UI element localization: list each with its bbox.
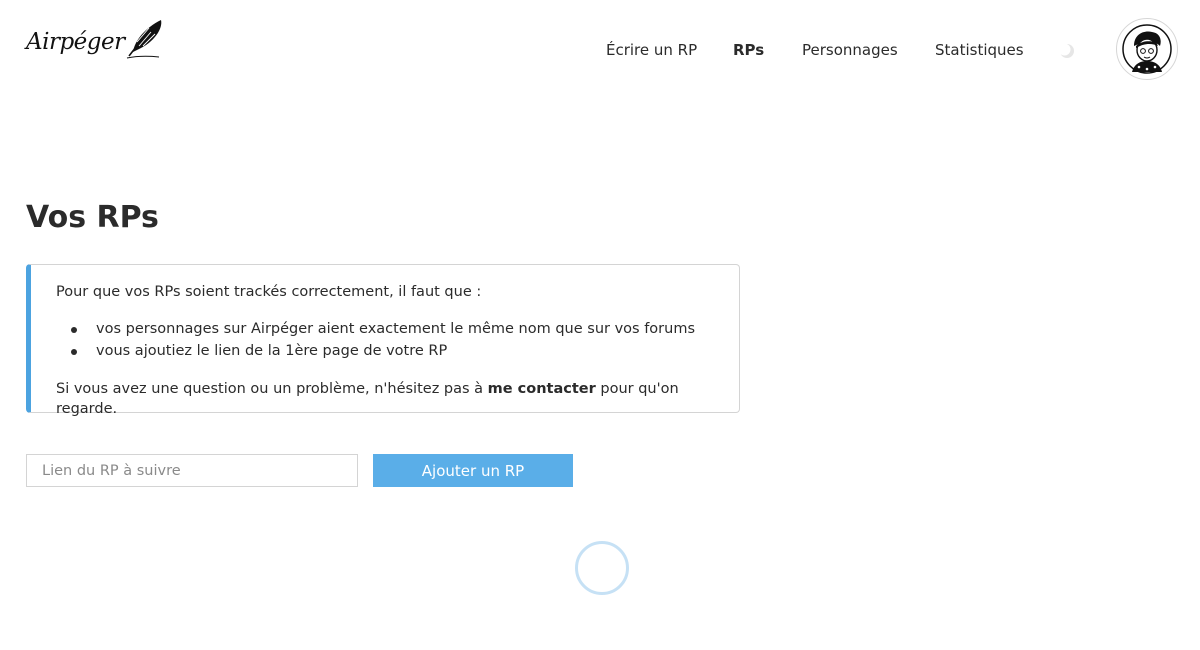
contact-link[interactable]: me contacter	[488, 381, 596, 397]
nav-write-rp[interactable]: Écrire un RP	[606, 41, 697, 59]
page-title: Vos RPs	[26, 200, 159, 235]
info-footer: Si vous avez une question ou un problème…	[56, 379, 739, 419]
info-box: Pour que vos RPs soient trackés correcte…	[26, 264, 740, 417]
nav-characters[interactable]: Personnages	[802, 41, 898, 59]
main-nav: Écrire un RP RPs Personnages Statistique…	[0, 41, 1200, 63]
user-avatar-icon	[1122, 24, 1172, 74]
list-item: vous ajoutiez le lien de la 1ère page de…	[71, 341, 739, 363]
rp-link-input[interactable]	[26, 454, 358, 487]
loading-spinner	[575, 541, 629, 595]
info-footer-before: Si vous avez une question ou un problème…	[56, 381, 488, 397]
moon-icon	[1058, 43, 1074, 58]
header: Airpéger Écrire un RP RPs Personnages St…	[0, 0, 1200, 100]
list-item: vos personnages sur Airpéger aient exact…	[71, 319, 739, 341]
nav-rps[interactable]: RPs	[733, 41, 764, 59]
nav-statistics[interactable]: Statistiques	[935, 41, 1024, 59]
theme-toggle[interactable]	[1058, 43, 1075, 59]
info-intro: Pour que vos RPs soient trackés correcte…	[56, 284, 482, 300]
requirements-list: vos personnages sur Airpéger aient exact…	[71, 319, 739, 362]
add-rp-button[interactable]: Ajouter un RP	[373, 454, 573, 487]
avatar[interactable]	[1116, 18, 1178, 80]
